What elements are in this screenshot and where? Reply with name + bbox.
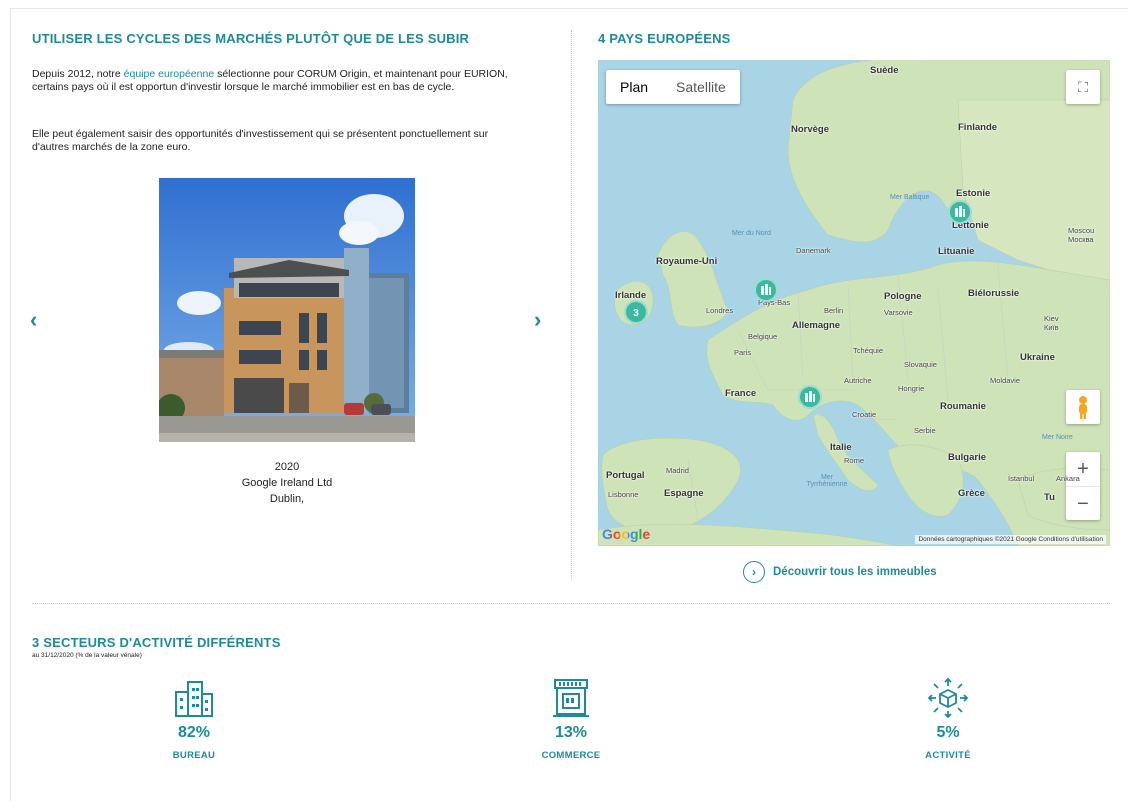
map-label-mer-noire: Mer Noire [1042,434,1073,441]
map-label-moscou: Moscou Москва [1068,226,1095,244]
column-divider [571,30,572,580]
map-label-tchequie: Tchéquie [853,346,884,355]
map-label-portugal: Portugal [606,470,645,481]
sector-commerce: 13% COMMERCE [511,676,631,761]
chevron-right-circle-icon: › [743,561,765,583]
map-label-istanbul: İstanbul [1008,474,1035,483]
map-label-paris: Paris [734,348,752,357]
map-tab-satellite[interactable]: Satellite [662,70,740,104]
sector-activite-percent: 5% [936,724,960,741]
map-label-berlin: Berlin [824,306,844,315]
map-label-bielorussie: Biélorussie [968,288,1020,299]
map-label-roumanie: Roumanie [940,401,986,412]
section-heading-countries: 4 PAYS EUROPÉENS [598,31,731,46]
map-label-ankara: Ankara [1056,474,1080,483]
map-label-turquie: Tu [1044,492,1055,503]
building-pin-icon [805,391,815,402]
map-label-lisbonne: Lisbonne [608,490,639,499]
carousel-prev-button[interactable]: ‹ [30,309,37,331]
map-label-mer-du-nord: Mer du Nord [732,230,771,237]
map-pin-italie[interactable] [798,385,822,409]
map-label-londres: Londres [706,306,734,315]
office-buildings-icon [175,681,213,717]
photo-caption-name: Google Ireland Ltd [241,477,333,489]
section-heading-cycles: UTILISER LES CYCLES DES MARCHÉS PLUTÔT Q… [32,31,470,46]
sector-bureau-percent: 82% [177,724,211,741]
map-label-suede: Suède [870,65,899,76]
building-photo [159,178,415,442]
carousel-next-button[interactable]: › [534,309,541,331]
map-tab-plan[interactable]: Plan [606,70,662,104]
map-label-bulgarie: Bulgarie [948,452,987,463]
google-logo: Google [602,526,650,542]
discover-buildings-label: Découvrir tous les immeubles [773,566,937,578]
map-label-finlande: Finlande [958,122,998,133]
map-label-danemark: Danemark [796,246,831,255]
europe-map[interactable]: Plan Satellite ⛶ + − Suède Norvège Finla… [598,60,1110,546]
map-pin-lettonie[interactable] [948,200,972,224]
zoom-controls: + − [1066,452,1100,520]
map-label-lituanie: Lituanie [938,246,975,257]
map-label-royaume-uni: Royaume-Uni [656,256,718,267]
map-label-mer-tyrrhenienne: Mer Tyrrhénienne [806,474,848,488]
map-label-madrid: Madrid [666,466,689,475]
photo-caption-year: 2020 [274,461,300,473]
map-label-irlande: Irlande [615,290,647,301]
fullscreen-icon: ⛶ [1078,79,1088,95]
map-label-ukraine: Ukraine [1020,352,1055,363]
map-label-espagne: Espagne [664,488,704,499]
intro-text-start: Depuis 2012, notre [32,68,124,80]
pegman-icon [1079,396,1087,419]
map-label-estonie: Estonie [956,188,991,199]
map-label-rome: Rome [844,456,865,465]
second-paragraph: Elle peut également saisir des opportuni… [32,128,489,153]
european-team-link[interactable]: équipe européenne [124,68,215,80]
map-label-allemagne: Allemagne [792,320,841,331]
sector-activite: 5% ACTIVITÉ [888,676,1008,761]
building-pin-icon [955,206,965,217]
map-label-norvege: Norvège [791,124,830,135]
map-label-slovaquie: Slovaquie [904,360,937,369]
map-label-kiev: Kiev Київ [1044,314,1059,332]
section-divider [32,603,1110,604]
logistics-box-icon [927,677,969,719]
google-logo-text: Google [602,526,651,542]
sector-bureau: 82% BUREAU [134,676,254,761]
intro-paragraph: Depuis 2012, notre équipe européenne sél… [32,68,527,94]
map-label-croatie: Croatie [852,410,877,419]
photo-caption-city: Dublin, [269,493,305,505]
map-label-italie: Italie [830,442,852,453]
sector-commerce-label: COMMERCE [541,750,601,761]
map-label-mer-baltique: Mer Baltique [890,194,930,201]
map-label-moldavie: Moldavie [990,376,1021,385]
zoom-out-button[interactable]: − [1066,486,1100,520]
map-label-varsovie: Varsovie [884,308,913,317]
map-pin-pays-bas[interactable] [754,278,778,302]
fullscreen-button[interactable]: ⛶ [1066,70,1100,104]
sectors-subheading: au 31/12/2020 (% de la valeur vénale) [32,652,142,659]
street-view-pegman-button[interactable] [1066,390,1100,424]
sector-bureau-label: BUREAU [172,750,216,761]
map-label-france: France [725,388,757,399]
map-label-serbie: Serbie [914,426,936,435]
map-attribution[interactable]: Données cartographiques ©2021 Google Con… [915,535,1106,544]
map-label-belgique: Belgique [748,332,778,341]
map-label-hongrie: Hongrie [898,384,925,393]
map-label-grece: Grèce [958,488,985,499]
sector-activite-label: ACTIVITÉ [925,750,971,761]
building-pin-icon [761,284,771,295]
storefront-icon [553,679,589,717]
map-cluster-irlande[interactable]: 3 [624,300,648,324]
discover-buildings-link[interactable]: › Découvrir tous les immeubles [743,561,937,583]
map-type-tabs: Plan Satellite [606,70,740,104]
map-label-autriche: Autriche [844,376,872,385]
map-label-pologne: Pologne [884,291,922,302]
sector-commerce-percent: 13% [554,724,588,741]
sectors-heading: 3 SECTEURS D'ACTIVITÉ DIFFÉRENTS [32,635,281,650]
